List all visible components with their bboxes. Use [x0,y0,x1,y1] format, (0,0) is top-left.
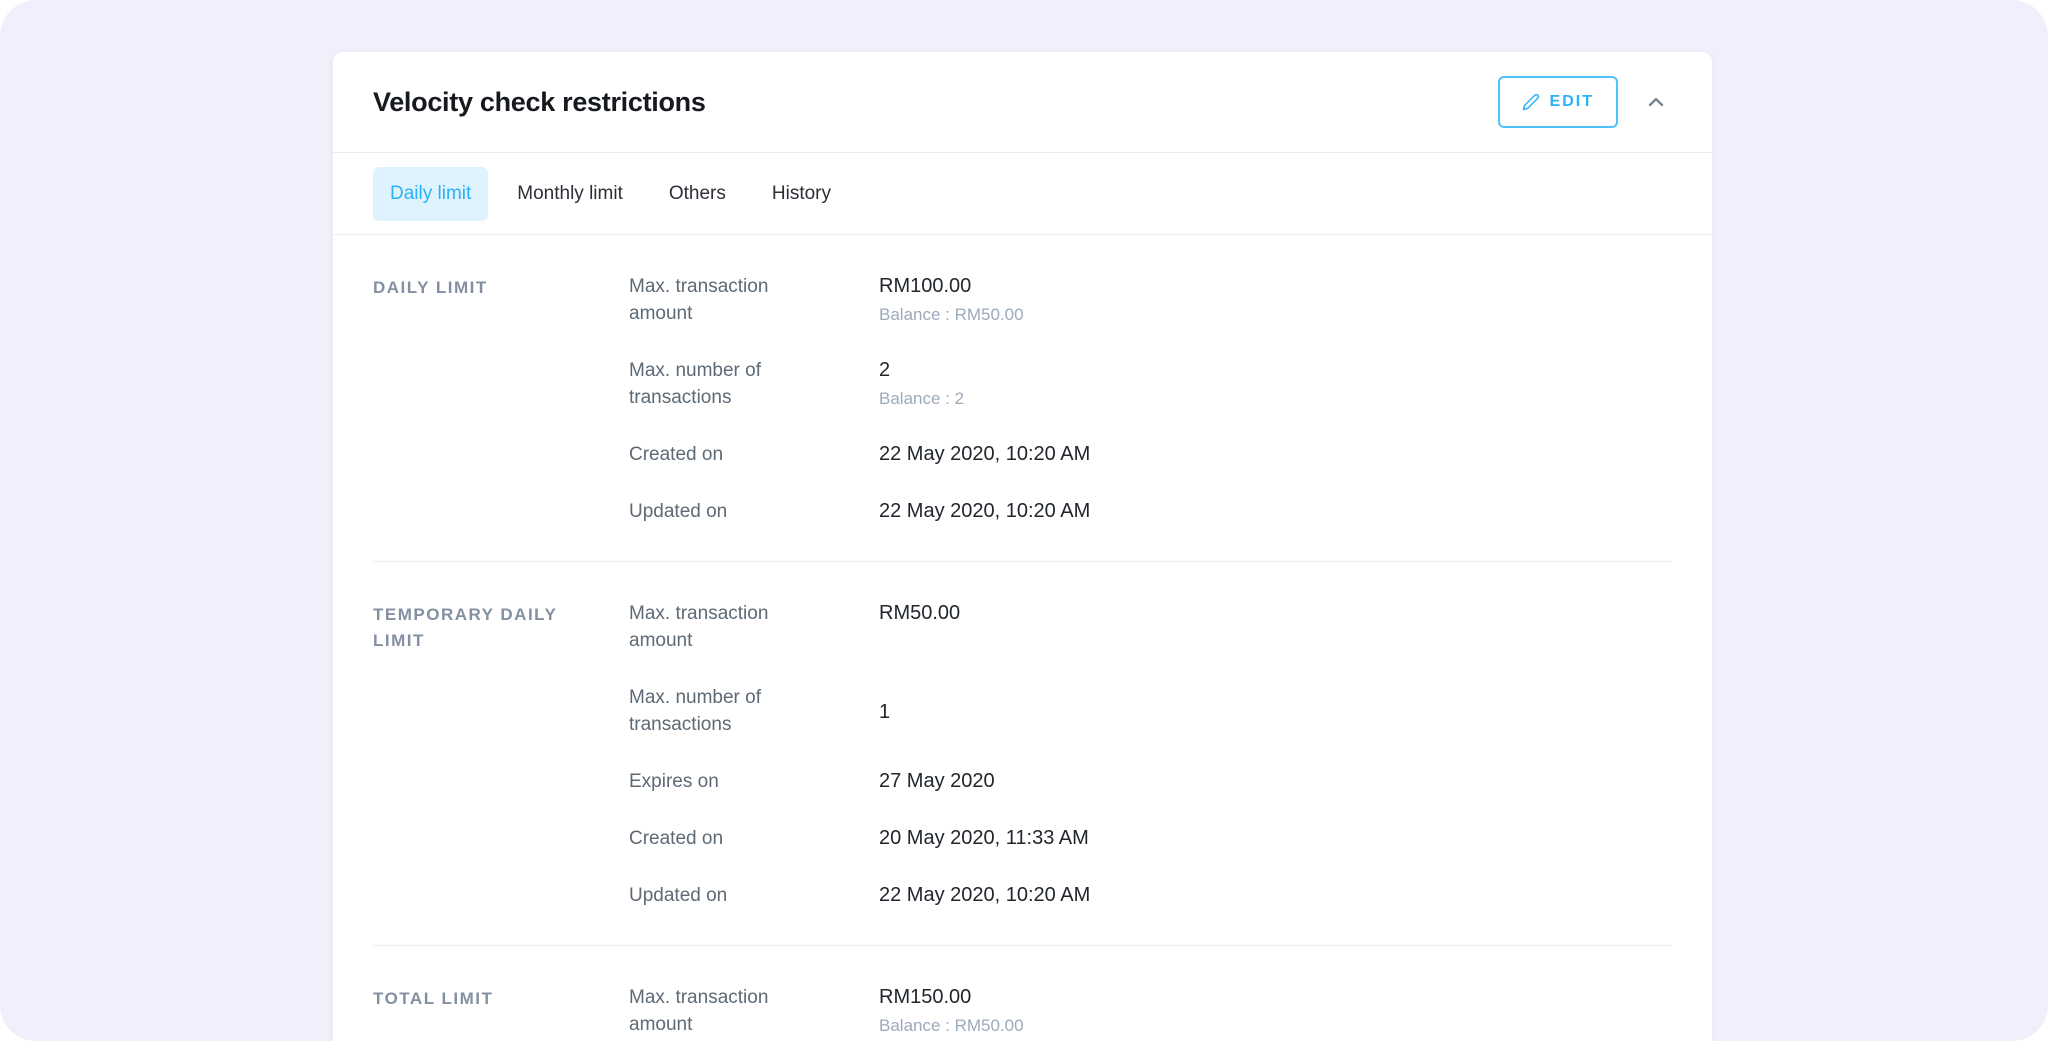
row-max-transaction-amount: Max. transaction amount RM100.00 Balance… [629,273,1672,327]
field-balance: Balance : RM50.00 [879,305,1672,325]
section-rows: Max. transaction amount RM150.00 Balance… [629,984,1672,1041]
field-label: Created on [629,825,804,852]
section-daily-limit: DAILY LIMIT Max. transaction amount RM10… [373,235,1672,562]
row-updated-on: Updated on 22 May 2020, 10:20 AM [629,498,1672,525]
section-heading: DAILY LIMIT [373,273,629,531]
row-created-on: Created on 20 May 2020, 11:33 AM [629,825,1672,852]
edit-button[interactable]: EDIT [1498,76,1618,128]
field-value: 2 [879,357,1672,384]
field-value: RM150.00 [879,984,1672,1011]
field-label: Created on [629,441,804,468]
row-max-transaction-amount: Max. transaction amount RM50.00 [629,600,1672,654]
field-value-wrap: RM100.00 Balance : RM50.00 [879,273,1672,327]
tab-bar: Daily limitMonthly limitOthersHistory [333,153,1712,235]
velocity-check-card: Velocity check restrictions EDIT [333,52,1712,1041]
field-value: RM100.00 [879,273,1672,300]
field-label: Max. number of transactions [629,684,804,738]
field-value: 22 May 2020, 10:20 AM [879,498,1672,525]
field-value-wrap: 20 May 2020, 11:33 AM [879,825,1672,852]
field-value-wrap: RM150.00 Balance : RM50.00 [879,984,1672,1038]
field-value: 22 May 2020, 10:20 AM [879,441,1672,468]
field-value: RM50.00 [879,600,1672,627]
row-max-transaction-amount: Max. transaction amount RM150.00 Balance… [629,984,1672,1038]
tab-others[interactable]: Others [652,167,743,221]
section-total-limit: TOTAL LIMIT Max. transaction amount RM15… [373,946,1672,1041]
section-heading: TOTAL LIMIT [373,984,629,1041]
tab-daily-limit[interactable]: Daily limit [373,167,488,221]
section-rows: Max. transaction amount RM50.00 Max. num… [629,600,1672,915]
section-temporary-daily-limit: TEMPORARY DAILY LIMIT Max. transaction a… [373,562,1672,946]
pencil-icon [1522,93,1540,111]
collapse-button[interactable] [1640,86,1672,118]
field-label: Max. transaction amount [629,600,804,654]
field-balance: Balance : RM50.00 [879,1016,1672,1036]
field-label: Updated on [629,882,804,909]
edit-button-label: EDIT [1550,93,1594,111]
field-value: 27 May 2020 [879,768,1672,795]
section-heading: TEMPORARY DAILY LIMIT [373,600,629,915]
field-value-wrap: 22 May 2020, 10:20 AM [879,441,1672,468]
chevron-up-icon [1644,90,1668,114]
field-balance: Balance : 2 [879,389,1672,409]
field-label: Max. number of transactions [629,357,804,411]
row-updated-on: Updated on 22 May 2020, 10:20 AM [629,882,1672,909]
field-value-wrap: 27 May 2020 [879,768,1672,795]
field-label: Max. transaction amount [629,984,804,1038]
field-value-wrap: 1 [879,684,1672,738]
row-created-on: Created on 22 May 2020, 10:20 AM [629,441,1672,468]
field-label: Expires on [629,768,804,795]
header-actions: EDIT [1498,76,1672,128]
field-label: Updated on [629,498,804,525]
section-rows: Max. transaction amount RM100.00 Balance… [629,273,1672,531]
row-expires-on: Expires on 27 May 2020 [629,768,1672,795]
field-value-wrap: RM50.00 [879,600,1672,654]
row-max-number-of-transactions: Max. number of transactions 1 [629,684,1672,738]
card-header: Velocity check restrictions EDIT [333,52,1712,153]
row-max-number-of-transactions: Max. number of transactions 2 Balance : … [629,357,1672,411]
tab-history[interactable]: History [755,167,848,221]
field-value: 22 May 2020, 10:20 AM [879,882,1672,909]
field-label: Max. transaction amount [629,273,804,327]
field-value: 1 [879,699,1672,726]
field-value-wrap: 22 May 2020, 10:20 AM [879,882,1672,909]
field-value-wrap: 2 Balance : 2 [879,357,1672,411]
field-value-wrap: 22 May 2020, 10:20 AM [879,498,1672,525]
limits-content: DAILY LIMIT Max. transaction amount RM10… [373,235,1672,1041]
field-value: 20 May 2020, 11:33 AM [879,825,1672,852]
page-background: Velocity check restrictions EDIT [0,0,2048,1041]
tab-monthly-limit[interactable]: Monthly limit [500,167,640,221]
page-title: Velocity check restrictions [373,87,706,118]
